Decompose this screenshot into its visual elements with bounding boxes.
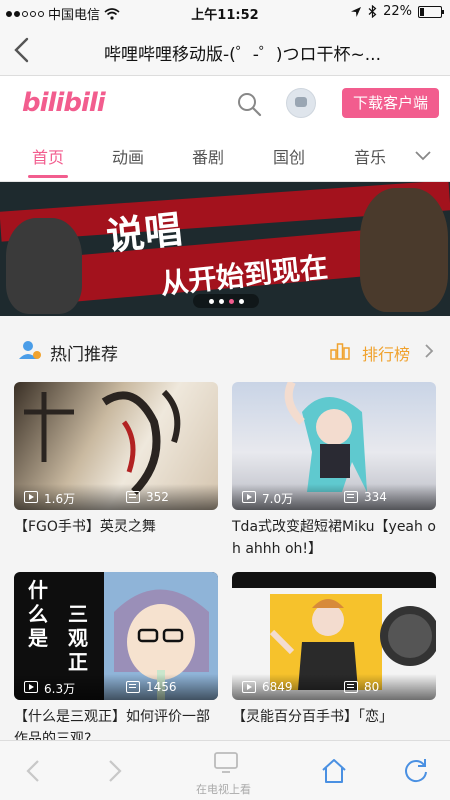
category-tabs: 首页 动画 番剧 国创 音乐 [0, 132, 450, 182]
user-hot-icon [19, 341, 41, 359]
play-count-icon [242, 491, 256, 503]
play-count-icon [242, 681, 256, 693]
video-title[interactable]: 【FGO手书】英灵之舞 [14, 516, 218, 538]
danmaku-icon [126, 491, 140, 503]
play-count-icon [24, 681, 38, 693]
view-count: 7.0万 [262, 492, 294, 506]
video-card[interactable]: 7.0万 334 Tda式改变超短裙Miku【yeah oh ahhh oh!】 [232, 382, 436, 560]
search-icon[interactable] [236, 91, 262, 117]
video-title[interactable]: 【灵能百分百手书】「恋」 [232, 706, 436, 728]
play-count-icon [24, 491, 38, 503]
video-title[interactable]: Tda式改变超短裙Miku【yeah oh ahhh oh!】 [232, 516, 436, 560]
video-card[interactable]: 6849 80 【灵能百分百手书】「恋」 [232, 572, 436, 728]
avatar[interactable] [286, 88, 316, 118]
ranking-icon[interactable] [330, 342, 350, 360]
tv-icon[interactable] [212, 749, 240, 777]
refresh-icon[interactable] [402, 757, 430, 785]
forward-arrow-icon[interactable] [100, 757, 128, 785]
carousel-dot[interactable] [228, 298, 234, 304]
carousel-dot[interactable] [218, 298, 224, 304]
danmaku-icon [344, 681, 358, 693]
active-tab-indicator [28, 175, 68, 178]
tab-home[interactable]: 首页 [32, 144, 64, 168]
video-thumbnail[interactable]: 6849 80 [232, 572, 436, 700]
battery-percent: 22% [383, 4, 412, 19]
carousel-dot[interactable] [238, 298, 244, 304]
danmaku-icon [126, 681, 140, 693]
home-icon[interactable] [320, 757, 348, 785]
bluetooth-icon [368, 5, 377, 18]
section-title: 热门推荐 [50, 345, 118, 365]
view-count: 6.3万 [44, 682, 76, 696]
carousel-dot[interactable] [208, 298, 214, 304]
video-thumbnail[interactable]: 1.6万 352 [14, 382, 218, 510]
battery-icon [418, 5, 444, 18]
view-count: 6849 [262, 680, 293, 694]
danmaku-count: 352 [146, 490, 169, 504]
hot-recommend-header: 热门推荐 排行榜 [0, 330, 450, 374]
chevron-down-icon[interactable] [414, 148, 432, 162]
carousel-indicator [193, 294, 259, 308]
tab-guochuang[interactable]: 国创 [273, 144, 305, 168]
back-arrow-icon[interactable] [20, 757, 48, 785]
tab-bangumi[interactable]: 番剧 [192, 144, 224, 168]
video-card[interactable]: 什么是 三观正 6.3万 1456 【什么是三观正】如何评价一部作品的三观? [14, 572, 218, 750]
video-card[interactable]: 1.6万 352 【FGO手书】英灵之舞 [14, 382, 218, 538]
tab-anime[interactable]: 动画 [112, 144, 144, 168]
page-title: 哔哩哔哩移动版-(゜-゜)つロ干杯~... [104, 45, 381, 65]
bilibili-logo[interactable]: bilibili [22, 88, 106, 118]
video-thumbnail[interactable]: 7.0万 334 [232, 382, 436, 510]
banner-headline: 说唱 [104, 206, 185, 259]
browser-nav-bar: 哔哩哔哩移动版-(゜-゜)つロ干杯~... [0, 24, 450, 76]
back-chevron-icon[interactable] [10, 36, 34, 64]
ranking-link[interactable]: 排行榜 [362, 341, 410, 365]
danmaku-count: 1456 [146, 680, 177, 694]
danmaku-count: 80 [364, 680, 380, 694]
danmaku-count: 334 [364, 490, 387, 504]
chevron-right-icon[interactable] [424, 344, 434, 358]
banner-portrait [360, 188, 448, 312]
site-header: bilibili 下载客户端 [0, 76, 450, 132]
danmaku-icon [344, 491, 358, 503]
banner-portrait [6, 218, 82, 314]
browser-toolbar: 在电视上看 [0, 740, 450, 800]
view-count: 1.6万 [44, 492, 76, 506]
tab-music[interactable]: 音乐 [354, 144, 386, 168]
download-app-button[interactable]: 下载客户端 [342, 88, 439, 118]
tv-cast-label[interactable]: 在电视上看 [196, 781, 251, 797]
status-bar: 中国电信 上午11:52 22% [0, 0, 450, 24]
location-icon [351, 6, 362, 17]
video-thumbnail[interactable]: 什么是 三观正 6.3万 1456 [14, 572, 218, 700]
